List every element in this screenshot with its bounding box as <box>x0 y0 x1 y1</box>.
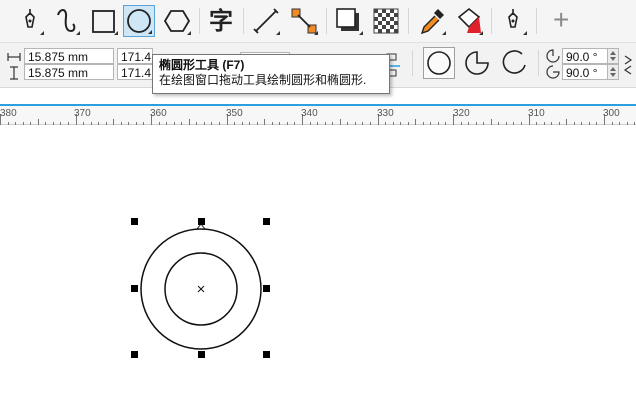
toolbar-separator <box>326 8 327 34</box>
ruler-label: 340 <box>301 108 318 119</box>
ellipse-tool[interactable] <box>123 5 155 37</box>
start-angle-field[interactable]: 90.0 ° <box>562 48 608 64</box>
text-tool[interactable]: 字 <box>205 5 237 37</box>
ellipse-shape-icon <box>427 51 451 75</box>
ruler-label: 350 <box>226 108 243 119</box>
ruler-label: 330 <box>377 108 394 119</box>
polygon-tool[interactable] <box>161 5 193 37</box>
eyedropper-tool[interactable] <box>416 5 448 37</box>
toolbar-separator <box>243 8 244 34</box>
arc-shape-icon <box>502 50 526 74</box>
canvas-drawing <box>131 218 270 358</box>
object-height-icon <box>10 66 18 80</box>
end-angle-field[interactable]: 90.0 ° <box>562 64 608 80</box>
pick-tool[interactable] <box>14 5 46 37</box>
horizontal-ruler[interactable]: 380 370 360 350 340 330 320 310 300 <box>0 104 636 125</box>
add-tool-button[interactable]: + <box>547 4 579 37</box>
pie-shape-icon <box>465 51 489 75</box>
transparency-tool-icon <box>373 8 399 34</box>
ruler-label: 360 <box>150 108 167 119</box>
ruler-label: 320 <box>453 108 470 119</box>
toolbar-separator <box>199 8 200 34</box>
interactive-fill-tool[interactable] <box>453 5 485 37</box>
selection-handle[interactable] <box>198 218 205 225</box>
tooltip-title: 椭圆形工具 (F7) <box>159 58 245 72</box>
toolbar-separator <box>408 8 409 34</box>
arc-mode-button[interactable] <box>498 47 530 79</box>
scale-y-field[interactable]: 171.4 <box>117 64 153 80</box>
direction-toggle[interactable] <box>622 52 634 76</box>
freehand-tool[interactable] <box>50 5 82 37</box>
tooltip: 椭圆形工具 (F7) 在绘图窗口拖动工具绘制圆形和椭圆形. <box>152 54 390 94</box>
selection-handle[interactable] <box>131 351 138 358</box>
object-height-field[interactable]: 15.875 mm <box>24 64 114 80</box>
rectangle-tool[interactable] <box>88 5 120 37</box>
selection-handle[interactable] <box>198 351 205 358</box>
toolbar-separator <box>491 8 492 34</box>
propbar-separator <box>412 50 413 76</box>
connector-tool[interactable] <box>288 5 320 37</box>
propbar-separator <box>538 50 539 76</box>
dimension-tool[interactable] <box>250 5 282 37</box>
object-width-field[interactable]: 15.875 mm <box>24 48 114 64</box>
selection-handle[interactable] <box>131 285 138 292</box>
text-tool-icon: 字 <box>209 7 233 35</box>
object-width-icon <box>7 53 21 61</box>
selection-handle[interactable] <box>131 218 138 225</box>
tooltip-description: 在绘图窗口拖动工具绘制圆形和椭圆形. <box>159 73 367 87</box>
selection-handle[interactable] <box>263 285 270 292</box>
ruler-label: 310 <box>528 108 545 119</box>
smart-fill-tool[interactable] <box>497 5 529 37</box>
ruler-label: 300 <box>603 108 620 119</box>
scale-x-field[interactable]: 171.4 <box>117 48 153 64</box>
transparency-tool[interactable] <box>370 5 402 37</box>
toolbox: 字 + <box>0 0 636 42</box>
direction-icon <box>623 55 633 75</box>
pie-mode-button[interactable] <box>461 47 493 79</box>
center-mark <box>197 285 205 293</box>
end-angle-spinner[interactable] <box>607 64 619 80</box>
ruler-label: 370 <box>74 108 91 119</box>
ruler-label: 380 <box>0 108 17 119</box>
start-angle-spinner[interactable] <box>607 48 619 64</box>
toolbar-separator <box>536 8 537 34</box>
drawing-canvas[interactable] <box>0 125 636 409</box>
drop-shadow-tool[interactable] <box>333 5 365 37</box>
ellipse-mode-button[interactable] <box>423 47 455 79</box>
selection-handle[interactable] <box>263 351 270 358</box>
add-tool-icon: + <box>553 4 570 35</box>
start-angle-icon <box>546 49 560 63</box>
selection-handle[interactable] <box>263 218 270 225</box>
end-angle-icon <box>546 65 560 79</box>
